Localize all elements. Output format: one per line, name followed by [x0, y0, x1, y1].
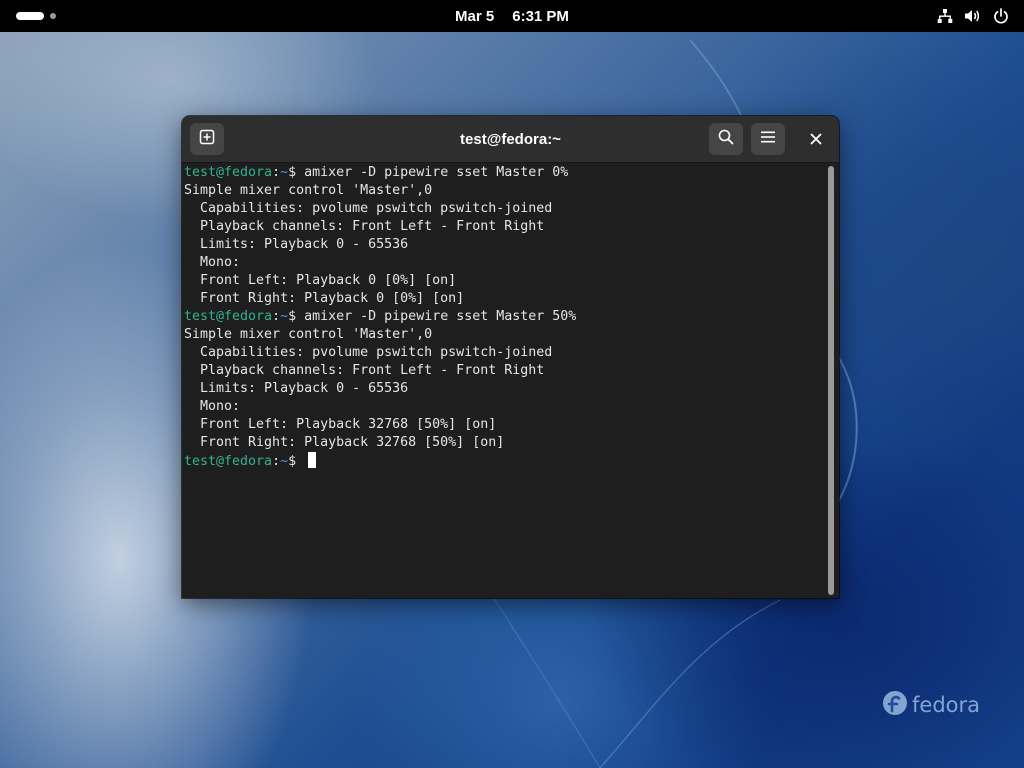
network-icon[interactable] — [936, 7, 954, 25]
search-button[interactable] — [709, 123, 743, 155]
terminal-output-line: Limits: Playback 0 - 65536 — [184, 380, 824, 398]
close-icon — [810, 130, 822, 149]
terminal-prompt-line: test@fedora:~$ amixer -D pipewire sset M… — [184, 164, 824, 182]
output-text: Simple mixer control 'Master',0 — [184, 327, 433, 342]
output-text: Mono: — [184, 399, 241, 414]
output-text: Front Right: Playback 32768 [50%] [on] — [184, 435, 505, 450]
prompt-directory: ~ — [280, 309, 289, 324]
terminal-output-line: Capabilities: pvolume pswitch pswitch-jo… — [184, 200, 824, 218]
prompt-separator: : — [272, 165, 281, 180]
prompt-symbol: $ — [288, 454, 297, 469]
terminal-output-line: Simple mixer control 'Master',0 — [184, 326, 824, 344]
hamburger-menu-icon — [760, 129, 776, 149]
prompt-symbol: $ — [288, 165, 297, 180]
terminal-output-line: Mono: — [184, 254, 824, 272]
output-text: Capabilities: pvolume pswitch pswitch-jo… — [184, 201, 553, 216]
window-headerbar[interactable]: test@fedora:~ — [182, 116, 839, 163]
terminal-output-line: Simple mixer control 'Master',0 — [184, 182, 824, 200]
top-bar: Mar 5 6:31 PM — [0, 0, 1024, 32]
search-icon — [718, 129, 734, 149]
clock-time[interactable]: 6:31 PM — [512, 8, 569, 25]
workspace-indicator — [50, 13, 56, 19]
terminal-prompt-line: test@fedora:~$ — [184, 452, 824, 470]
terminal-output-line: Mono: — [184, 398, 824, 416]
prompt-directory: ~ — [280, 454, 289, 469]
output-text: Capabilities: pvolume pswitch pswitch-jo… — [184, 345, 553, 360]
prompt-separator: : — [272, 309, 281, 324]
command-text — [296, 454, 304, 469]
clock: Mar 5 6:31 PM — [0, 0, 1024, 32]
fedora-icon — [882, 690, 908, 721]
window-title: test@fedora:~ — [460, 130, 561, 148]
output-text: Front Right: Playback 0 [0%] [on] — [184, 291, 465, 306]
terminal-cursor — [308, 452, 317, 468]
output-text: Front Left: Playback 0 [0%] [on] — [184, 273, 457, 288]
prompt-user: test@fedora — [184, 454, 273, 469]
terminal-prompt-line: test@fedora:~$ amixer -D pipewire sset M… — [184, 308, 824, 326]
prompt-separator: : — [272, 454, 281, 469]
terminal-output-line: Playback channels: Front Left - Front Ri… — [184, 362, 824, 380]
prompt-user: test@fedora — [184, 309, 273, 324]
terminal-scrollbar[interactable] — [828, 166, 834, 595]
terminal-output-line: Front Right: Playback 0 [0%] [on] — [184, 290, 824, 308]
workspace-indicator-active — [16, 12, 44, 20]
command-text: amixer -D pipewire sset Master 50% — [296, 309, 577, 324]
output-text: Simple mixer control 'Master',0 — [184, 183, 433, 198]
main-menu-button[interactable] — [751, 123, 785, 155]
terminal-output-line: Front Left: Playback 0 [0%] [on] — [184, 272, 824, 290]
activities-button[interactable] — [16, 12, 56, 20]
volume-icon[interactable] — [964, 7, 982, 25]
output-text: Limits: Playback 0 - 65536 — [184, 381, 409, 396]
terminal-window: test@fedora:~ test@fedora:~$ amixer -D p… — [182, 116, 839, 598]
clock-date[interactable]: Mar 5 — [455, 8, 494, 25]
terminal-output-line: Front Right: Playback 32768 [50%] [on] — [184, 434, 824, 452]
output-text: Playback channels: Front Left - Front Ri… — [184, 219, 545, 234]
fedora-wordmark: fedora — [912, 693, 980, 717]
system-tray[interactable] — [936, 6, 1010, 26]
terminal-output-line: Limits: Playback 0 - 65536 — [184, 236, 824, 254]
new-tab-icon — [199, 129, 215, 149]
prompt-directory: ~ — [280, 165, 289, 180]
prompt-symbol: $ — [288, 309, 297, 324]
terminal-output[interactable]: test@fedora:~$ amixer -D pipewire sset M… — [184, 164, 824, 596]
terminal-output-line: Playback channels: Front Left - Front Ri… — [184, 218, 824, 236]
fedora-logo: fedora — [882, 690, 980, 720]
output-text: Limits: Playback 0 - 65536 — [184, 237, 409, 252]
new-tab-button[interactable] — [190, 123, 224, 155]
prompt-user: test@fedora — [184, 165, 273, 180]
terminal-output-line: Front Left: Playback 32768 [50%] [on] — [184, 416, 824, 434]
output-text: Front Left: Playback 32768 [50%] [on] — [184, 417, 497, 432]
terminal-output-line: Capabilities: pvolume pswitch pswitch-jo… — [184, 344, 824, 362]
close-button[interactable] — [804, 127, 828, 151]
power-icon[interactable] — [992, 7, 1010, 25]
output-text: Playback channels: Front Left - Front Ri… — [184, 363, 545, 378]
output-text: Mono: — [184, 255, 241, 270]
command-text: amixer -D pipewire sset Master 0% — [296, 165, 569, 180]
